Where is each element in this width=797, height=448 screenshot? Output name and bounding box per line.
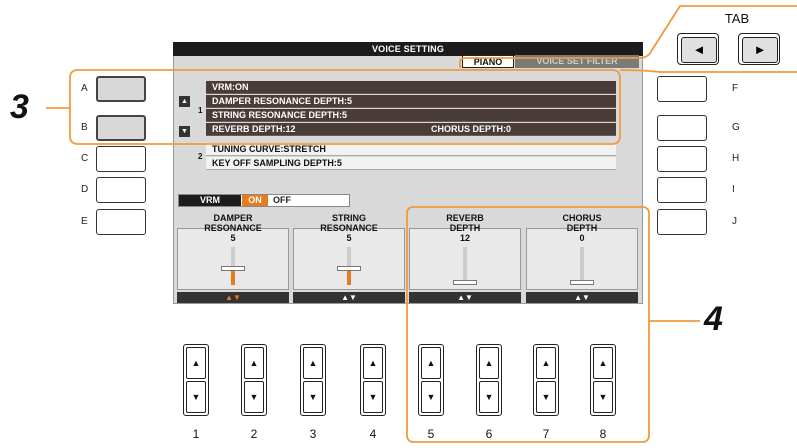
- down-arrow-button[interactable]: ▼: [363, 381, 383, 413]
- slider-button-number: 6: [485, 427, 493, 441]
- down-arrow-button[interactable]: ▼: [536, 381, 556, 413]
- slider-button-pair-3: ▲ ▼: [300, 344, 326, 416]
- step3-outline: [69, 69, 621, 145]
- down-arrow-button[interactable]: ▼: [479, 381, 499, 413]
- slider-button-number: 7: [542, 427, 550, 441]
- slider-button-number: 5: [427, 427, 435, 441]
- slider-button-pair-6: ▲ ▼: [476, 344, 502, 416]
- slider-button-number: 8: [599, 427, 607, 441]
- slider-button-number: 1: [192, 427, 200, 441]
- up-arrow-button[interactable]: ▲: [186, 347, 206, 379]
- slider-button-pair-2: ▲ ▼: [241, 344, 267, 416]
- slider-button-pair-1: ▲ ▼: [183, 344, 209, 416]
- slider-button-number: 2: [250, 427, 258, 441]
- slider-button-number: 3: [309, 427, 317, 441]
- slider-button-number: 4: [369, 427, 377, 441]
- up-arrow-button[interactable]: ▲: [536, 347, 556, 379]
- tab-callout-top: [459, 5, 797, 68]
- slider-button-pair-4: ▲ ▼: [360, 344, 386, 416]
- slider-button-pair-8: ▲ ▼: [590, 344, 616, 416]
- up-arrow-button[interactable]: ▲: [479, 347, 499, 379]
- up-arrow-button[interactable]: ▲: [593, 347, 613, 379]
- up-arrow-button[interactable]: ▲: [244, 347, 264, 379]
- callout-lines: [46, 5, 797, 443]
- down-arrow-button[interactable]: ▼: [303, 381, 323, 413]
- up-arrow-button[interactable]: ▲: [363, 347, 383, 379]
- down-arrow-button[interactable]: ▼: [593, 381, 613, 413]
- up-arrow-button[interactable]: ▲: [303, 347, 323, 379]
- tab-callout-bottom: [619, 69, 797, 73]
- step-number-3: 3: [10, 88, 29, 126]
- step-number-4: 4: [704, 300, 723, 338]
- down-arrow-button[interactable]: ▼: [244, 381, 264, 413]
- up-arrow-button[interactable]: ▲: [421, 347, 441, 379]
- slider-button-pair-5: ▲ ▼: [418, 344, 444, 416]
- slider-button-pair-7: ▲ ▼: [533, 344, 559, 416]
- down-arrow-button[interactable]: ▼: [421, 381, 441, 413]
- down-arrow-button[interactable]: ▼: [186, 381, 206, 413]
